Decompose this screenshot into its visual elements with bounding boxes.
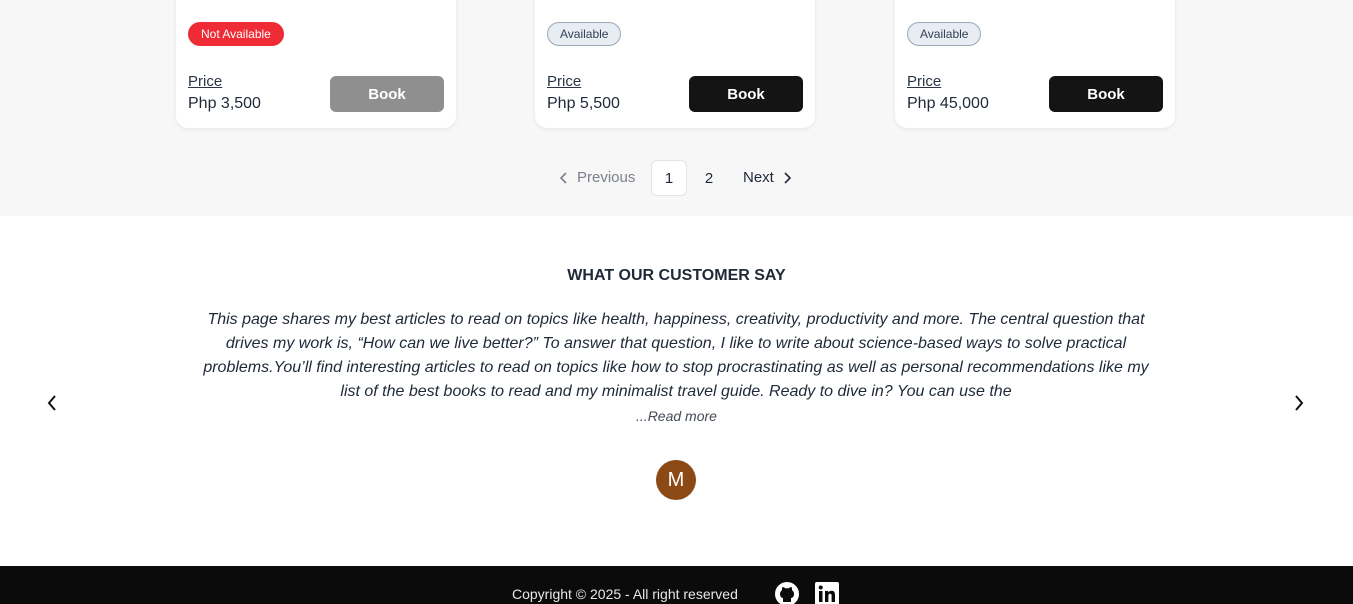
room-card: Not Available Price Php 3,500 Book: [176, 0, 456, 128]
github-icon[interactable]: [775, 582, 799, 604]
testimonial-quote: This page shares my best articles to rea…: [203, 311, 1149, 400]
status-badge: Available: [547, 22, 622, 46]
next-page-button[interactable]: Next: [743, 169, 792, 186]
book-button[interactable]: Book: [330, 76, 444, 112]
price-value: Php 3,500: [188, 95, 261, 112]
previous-page-button[interactable]: Previous: [559, 169, 635, 186]
price-label[interactable]: Price: [188, 73, 222, 90]
footer: Copyright © 2025 - All right reserved: [0, 566, 1353, 604]
status-badge: Available: [907, 22, 982, 46]
section-title: WHAT OUR CUSTOMER SAY: [567, 267, 786, 284]
chevron-right-icon: [784, 171, 791, 184]
page-1-button[interactable]: 1: [651, 160, 687, 196]
previous-label: Previous: [577, 169, 636, 186]
price-label[interactable]: Price: [547, 73, 581, 90]
testimonials-section: WHAT OUR CUSTOMER SAY This page shares m…: [0, 216, 1353, 566]
chevron-left-icon: [47, 395, 56, 411]
chevron-right-icon: [1295, 395, 1304, 411]
status-badge: Not Available: [188, 22, 284, 46]
room-card: Available Price Php 5,500 Book: [535, 0, 815, 128]
carousel-next-button[interactable]: [1287, 391, 1311, 415]
read-more-link[interactable]: ...Read more: [0, 408, 1353, 424]
linkedin-icon[interactable]: [815, 582, 839, 604]
carousel-prev-button[interactable]: [40, 391, 64, 415]
copyright-text: Copyright © 2025 - All right reserved: [512, 586, 738, 602]
book-button[interactable]: Book: [1049, 76, 1163, 112]
room-card: Available Price Php 45,000 Book: [895, 0, 1175, 128]
rooms-section: Not Available Price Php 3,500 Book Avail…: [0, 0, 1353, 216]
book-button[interactable]: Book: [689, 76, 803, 112]
pagination: Previous 1 2 Next: [0, 160, 1353, 196]
avatar: M: [656, 460, 696, 500]
page-2-button[interactable]: 2: [691, 160, 727, 196]
chevron-left-icon: [559, 171, 567, 184]
next-label: Next: [743, 169, 774, 186]
price-value: Php 45,000: [907, 95, 989, 112]
price-label[interactable]: Price: [907, 73, 941, 90]
price-value: Php 5,500: [547, 95, 620, 112]
